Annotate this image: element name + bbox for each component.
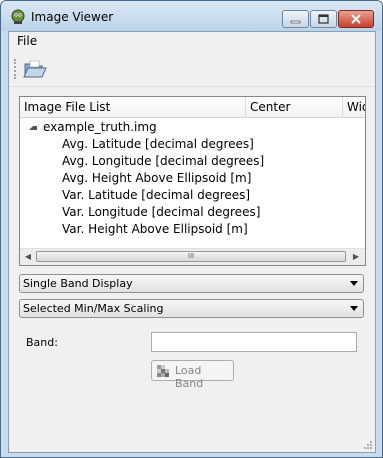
load-band-icon (157, 365, 169, 377)
menu-bar: File (9, 32, 375, 50)
menu-file[interactable]: File (17, 34, 37, 48)
collapse-arrow-icon[interactable] (29, 126, 37, 130)
load-band-label: Load Band (175, 364, 204, 390)
tree-child-item[interactable]: Avg. Latitude [decimal degrees] (62, 137, 254, 151)
column-header-width[interactable]: Wid (347, 100, 365, 114)
folder-open-icon[interactable] (22, 58, 48, 80)
display-mode-select[interactable]: Single Band Display (19, 274, 364, 293)
horizontal-scrollbar[interactable]: ◀ III ▶ (20, 248, 365, 265)
title-bar[interactable]: Image Viewer (1, 1, 382, 31)
tree-child-item[interactable]: Avg. Longitude [decimal degrees] (62, 154, 264, 168)
scroll-right-icon[interactable]: ▶ (349, 251, 363, 263)
load-band-button[interactable]: Load Band (151, 360, 234, 390)
scaling-mode-value: Selected Min/Max Scaling (23, 302, 164, 315)
scroll-left-icon[interactable]: ◀ (21, 251, 35, 263)
client-area: File Image File List Center Wid example_… (8, 31, 376, 453)
close-button[interactable] (338, 10, 374, 28)
column-header-image-file-list[interactable]: Image File List (24, 100, 110, 114)
column-header-center[interactable]: Center (250, 100, 290, 114)
chevron-down-icon (350, 281, 358, 286)
column-separator[interactable] (245, 97, 246, 117)
toolbar (9, 50, 375, 87)
minimize-icon (290, 20, 301, 24)
app-window: Image Viewer File Image File List Center… (0, 0, 383, 458)
tree-child-item[interactable]: Avg. Height Above Ellipsoid [m] (62, 171, 251, 185)
minimize-button[interactable] (282, 10, 309, 28)
band-input[interactable] (151, 332, 357, 352)
tree-root-item[interactable]: example_truth.img (43, 120, 157, 134)
tree-child-item[interactable]: Var. Height Above Ellipsoid [m] (62, 222, 248, 236)
resize-grip-icon[interactable] (363, 440, 373, 450)
maximize-button[interactable] (310, 10, 337, 28)
scaling-mode-select[interactable]: Selected Min/Max Scaling (19, 299, 364, 318)
chevron-down-icon (350, 306, 358, 311)
band-label: Band: (26, 336, 58, 349)
close-icon (351, 14, 361, 24)
maximize-icon (318, 14, 329, 24)
toolbar-grip[interactable] (14, 59, 18, 79)
app-icon (11, 9, 25, 24)
column-separator[interactable] (342, 97, 343, 117)
scroll-thumb[interactable]: III (36, 251, 346, 262)
scroll-thumb-grip: III (187, 252, 195, 260)
tree-child-item[interactable]: Var. Latitude [decimal degrees] (62, 188, 250, 202)
tree-header: Image File List Center Wid (20, 97, 365, 118)
display-mode-value: Single Band Display (23, 277, 133, 290)
window-title: Image Viewer (31, 10, 114, 24)
tree-child-item[interactable]: Var. Longitude [decimal degrees] (62, 205, 260, 219)
image-file-tree[interactable]: Image File List Center Wid example_truth… (19, 96, 366, 266)
